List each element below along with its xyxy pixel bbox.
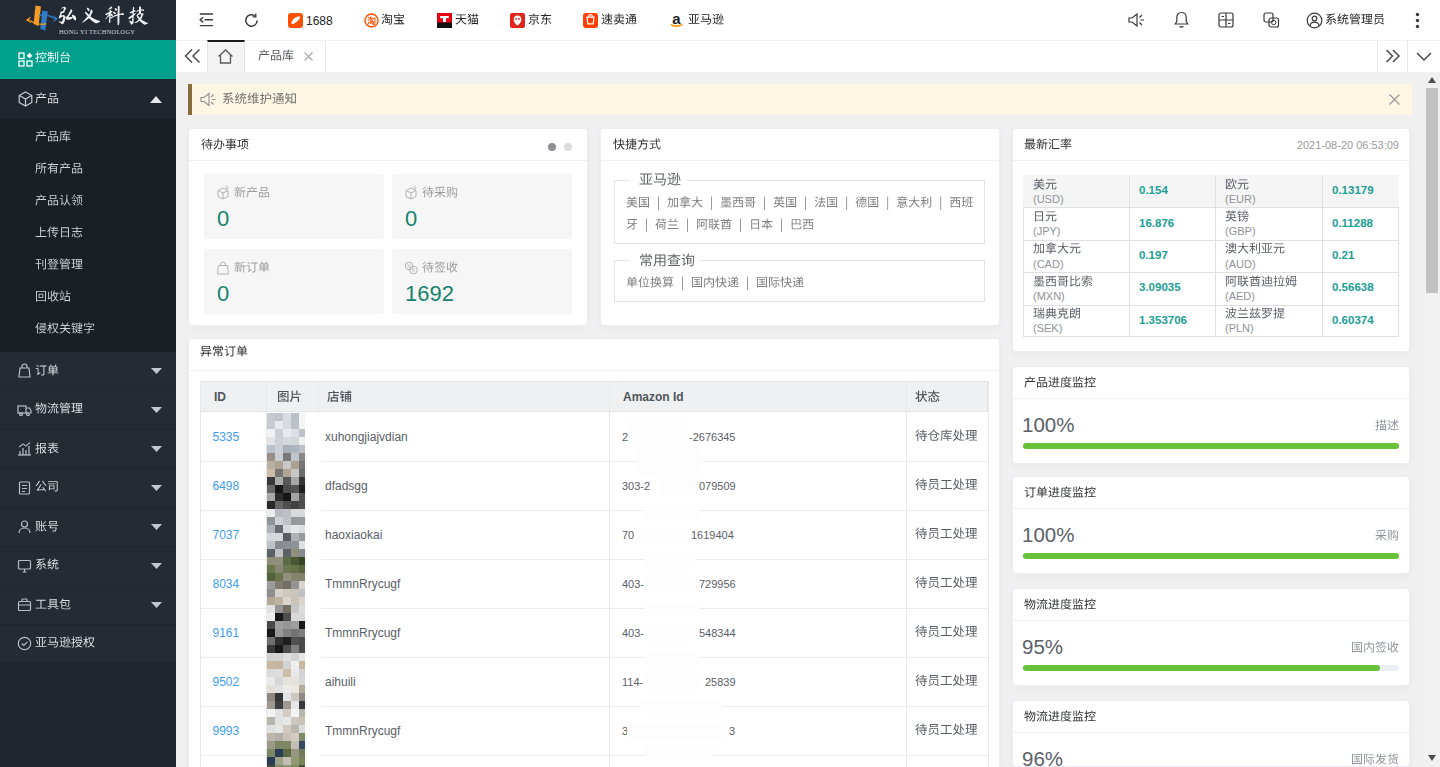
- svg-text:a: a: [672, 11, 681, 27]
